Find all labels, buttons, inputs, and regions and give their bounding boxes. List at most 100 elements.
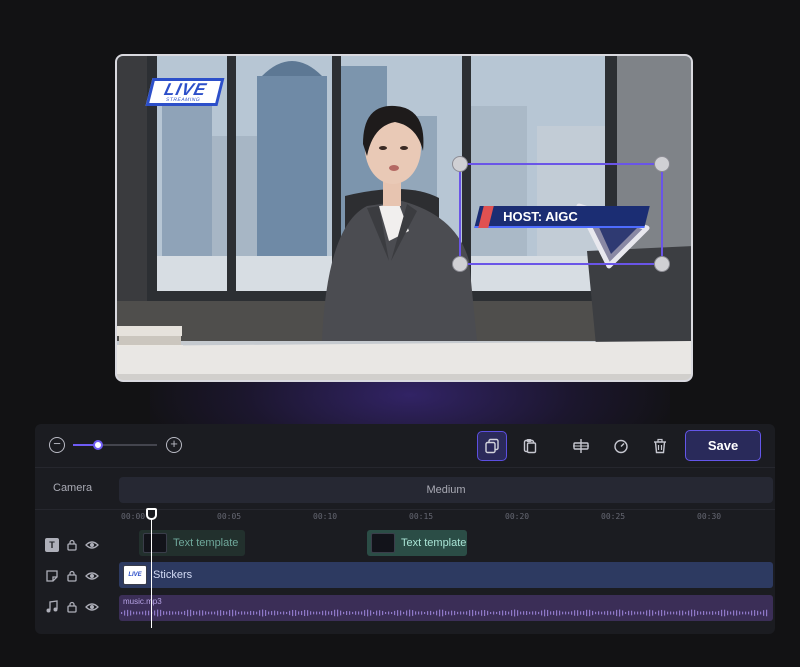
waveform-bar: [253, 611, 255, 615]
zoom-slider-knob[interactable]: [93, 440, 104, 450]
waveform-bar: [292, 609, 294, 617]
camera-clip[interactable]: Medium: [119, 477, 773, 503]
waveform-bar: [499, 611, 501, 615]
waveform-bar: [178, 611, 180, 615]
copy-icon: [485, 438, 499, 454]
waveform-bar: [664, 610, 666, 616]
resize-handle-bottom-left[interactable]: [452, 256, 468, 272]
waveform-bar: [736, 610, 738, 616]
waveform-bar: [304, 609, 306, 617]
live-badge-subtext: STREAMING: [165, 96, 201, 103]
waveform-bar: [523, 611, 525, 615]
timeline-toolbar: − + Save: [35, 424, 775, 468]
waveform-bar: [223, 610, 225, 616]
playhead-handle[interactable]: [146, 508, 157, 520]
waveform-bar: [331, 611, 333, 615]
waveform-bar: [175, 611, 177, 615]
resize-handle-bottom-right[interactable]: [654, 256, 670, 272]
time-ruler[interactable]: 00:00 00:05 00:10 00:15 00:20 00:25 00:3…: [119, 510, 773, 522]
resize-handle-top-left[interactable]: [452, 156, 468, 172]
eye-icon[interactable]: [85, 569, 99, 583]
waveform-bar: [640, 611, 642, 615]
ruler-tick: 00:25: [601, 512, 626, 521]
waveform-bar: [343, 611, 345, 615]
clip-thumbnail: [143, 533, 167, 553]
speed-button[interactable]: [606, 431, 636, 461]
music-clip[interactable]: music.mp3: [119, 595, 773, 621]
waveform-bar: [361, 611, 363, 615]
waveform-bar: [313, 611, 315, 615]
waveform-bar: [742, 611, 744, 615]
eye-icon[interactable]: [85, 538, 99, 552]
waveform-bar: [574, 610, 576, 616]
selection-box[interactable]: [452, 156, 670, 272]
waveform-bar: [451, 610, 453, 616]
camera-clip-label: Medium: [426, 484, 466, 496]
split-button[interactable]: [566, 431, 596, 461]
waveform-bar: [541, 610, 543, 616]
zoom-out-icon[interactable]: −: [49, 437, 65, 453]
waveform-bar: [208, 611, 210, 615]
waveform-bar: [577, 610, 579, 616]
eye-icon[interactable]: [85, 600, 99, 614]
waveform-bar: [472, 609, 474, 617]
waveform-bar: [613, 611, 615, 615]
video-preview[interactable]: LIVE STREAMING HOST: AIGC: [115, 54, 693, 382]
zoom-in-icon[interactable]: +: [166, 437, 182, 453]
waveform-bar: [415, 611, 417, 615]
waveform-bar: [511, 610, 513, 616]
waveform-bar: [760, 611, 762, 615]
waveform-bar: [607, 610, 609, 616]
waveform-bar: [247, 611, 249, 615]
waveform-bar: [670, 611, 672, 615]
waveform-bar: [685, 611, 687, 615]
waveform-bar: [346, 611, 348, 615]
zoom-slider[interactable]: [73, 440, 157, 450]
waveform-bar: [382, 610, 384, 616]
waveform-bar: [220, 610, 222, 616]
text-template-clip[interactable]: Text template: [139, 530, 245, 556]
waveform-bar: [562, 611, 564, 615]
waveform-bar: [184, 610, 186, 616]
save-button[interactable]: Save: [685, 430, 761, 461]
waveform-bar: [241, 611, 243, 615]
delete-button[interactable]: [645, 431, 675, 461]
lock-icon[interactable]: [65, 569, 79, 583]
resize-handle-top-right[interactable]: [654, 156, 670, 172]
waveform-bar: [649, 609, 651, 617]
waveform-bar: [520, 611, 522, 615]
waveform-bar: [703, 611, 705, 615]
waveform-bar: [658, 610, 660, 616]
ruler-tick: 00:00: [121, 512, 146, 521]
waveform-bar: [481, 610, 483, 616]
waveform-bar: [397, 610, 399, 616]
waveform-bar: [181, 611, 183, 615]
waveform-bar: [268, 611, 270, 615]
waveform-bar: [388, 611, 390, 615]
copy-button[interactable]: [477, 431, 507, 461]
stickers-clip[interactable]: LIVE Stickers: [119, 562, 773, 588]
waveform-bar: [430, 610, 432, 616]
waveform-bar: [718, 610, 720, 616]
waveform-bar: [352, 611, 354, 615]
waveform-bar: [595, 611, 597, 615]
waveform-bar: [412, 610, 414, 616]
paste-button[interactable]: [515, 431, 545, 461]
waveform-bar: [628, 610, 630, 616]
lock-icon[interactable]: [65, 538, 79, 552]
clip-label: Text template: [401, 537, 467, 549]
lock-icon[interactable]: [65, 600, 79, 614]
playhead-line: [151, 516, 152, 628]
waveform-bar: [316, 611, 318, 615]
waveform-bar: [457, 611, 459, 615]
live-streaming-badge[interactable]: LIVE STREAMING: [145, 78, 225, 106]
waveform-bar: [634, 611, 636, 615]
waveform-bar: [364, 610, 366, 616]
waveform-bar: [463, 611, 465, 615]
waveform-bar: [583, 611, 585, 615]
waveform-bar: [682, 610, 684, 616]
waveform-bar: [676, 611, 678, 615]
waveform-bar: [280, 611, 282, 615]
waveform-bar: [133, 611, 135, 615]
text-template-clip[interactable]: Text template: [367, 530, 467, 556]
